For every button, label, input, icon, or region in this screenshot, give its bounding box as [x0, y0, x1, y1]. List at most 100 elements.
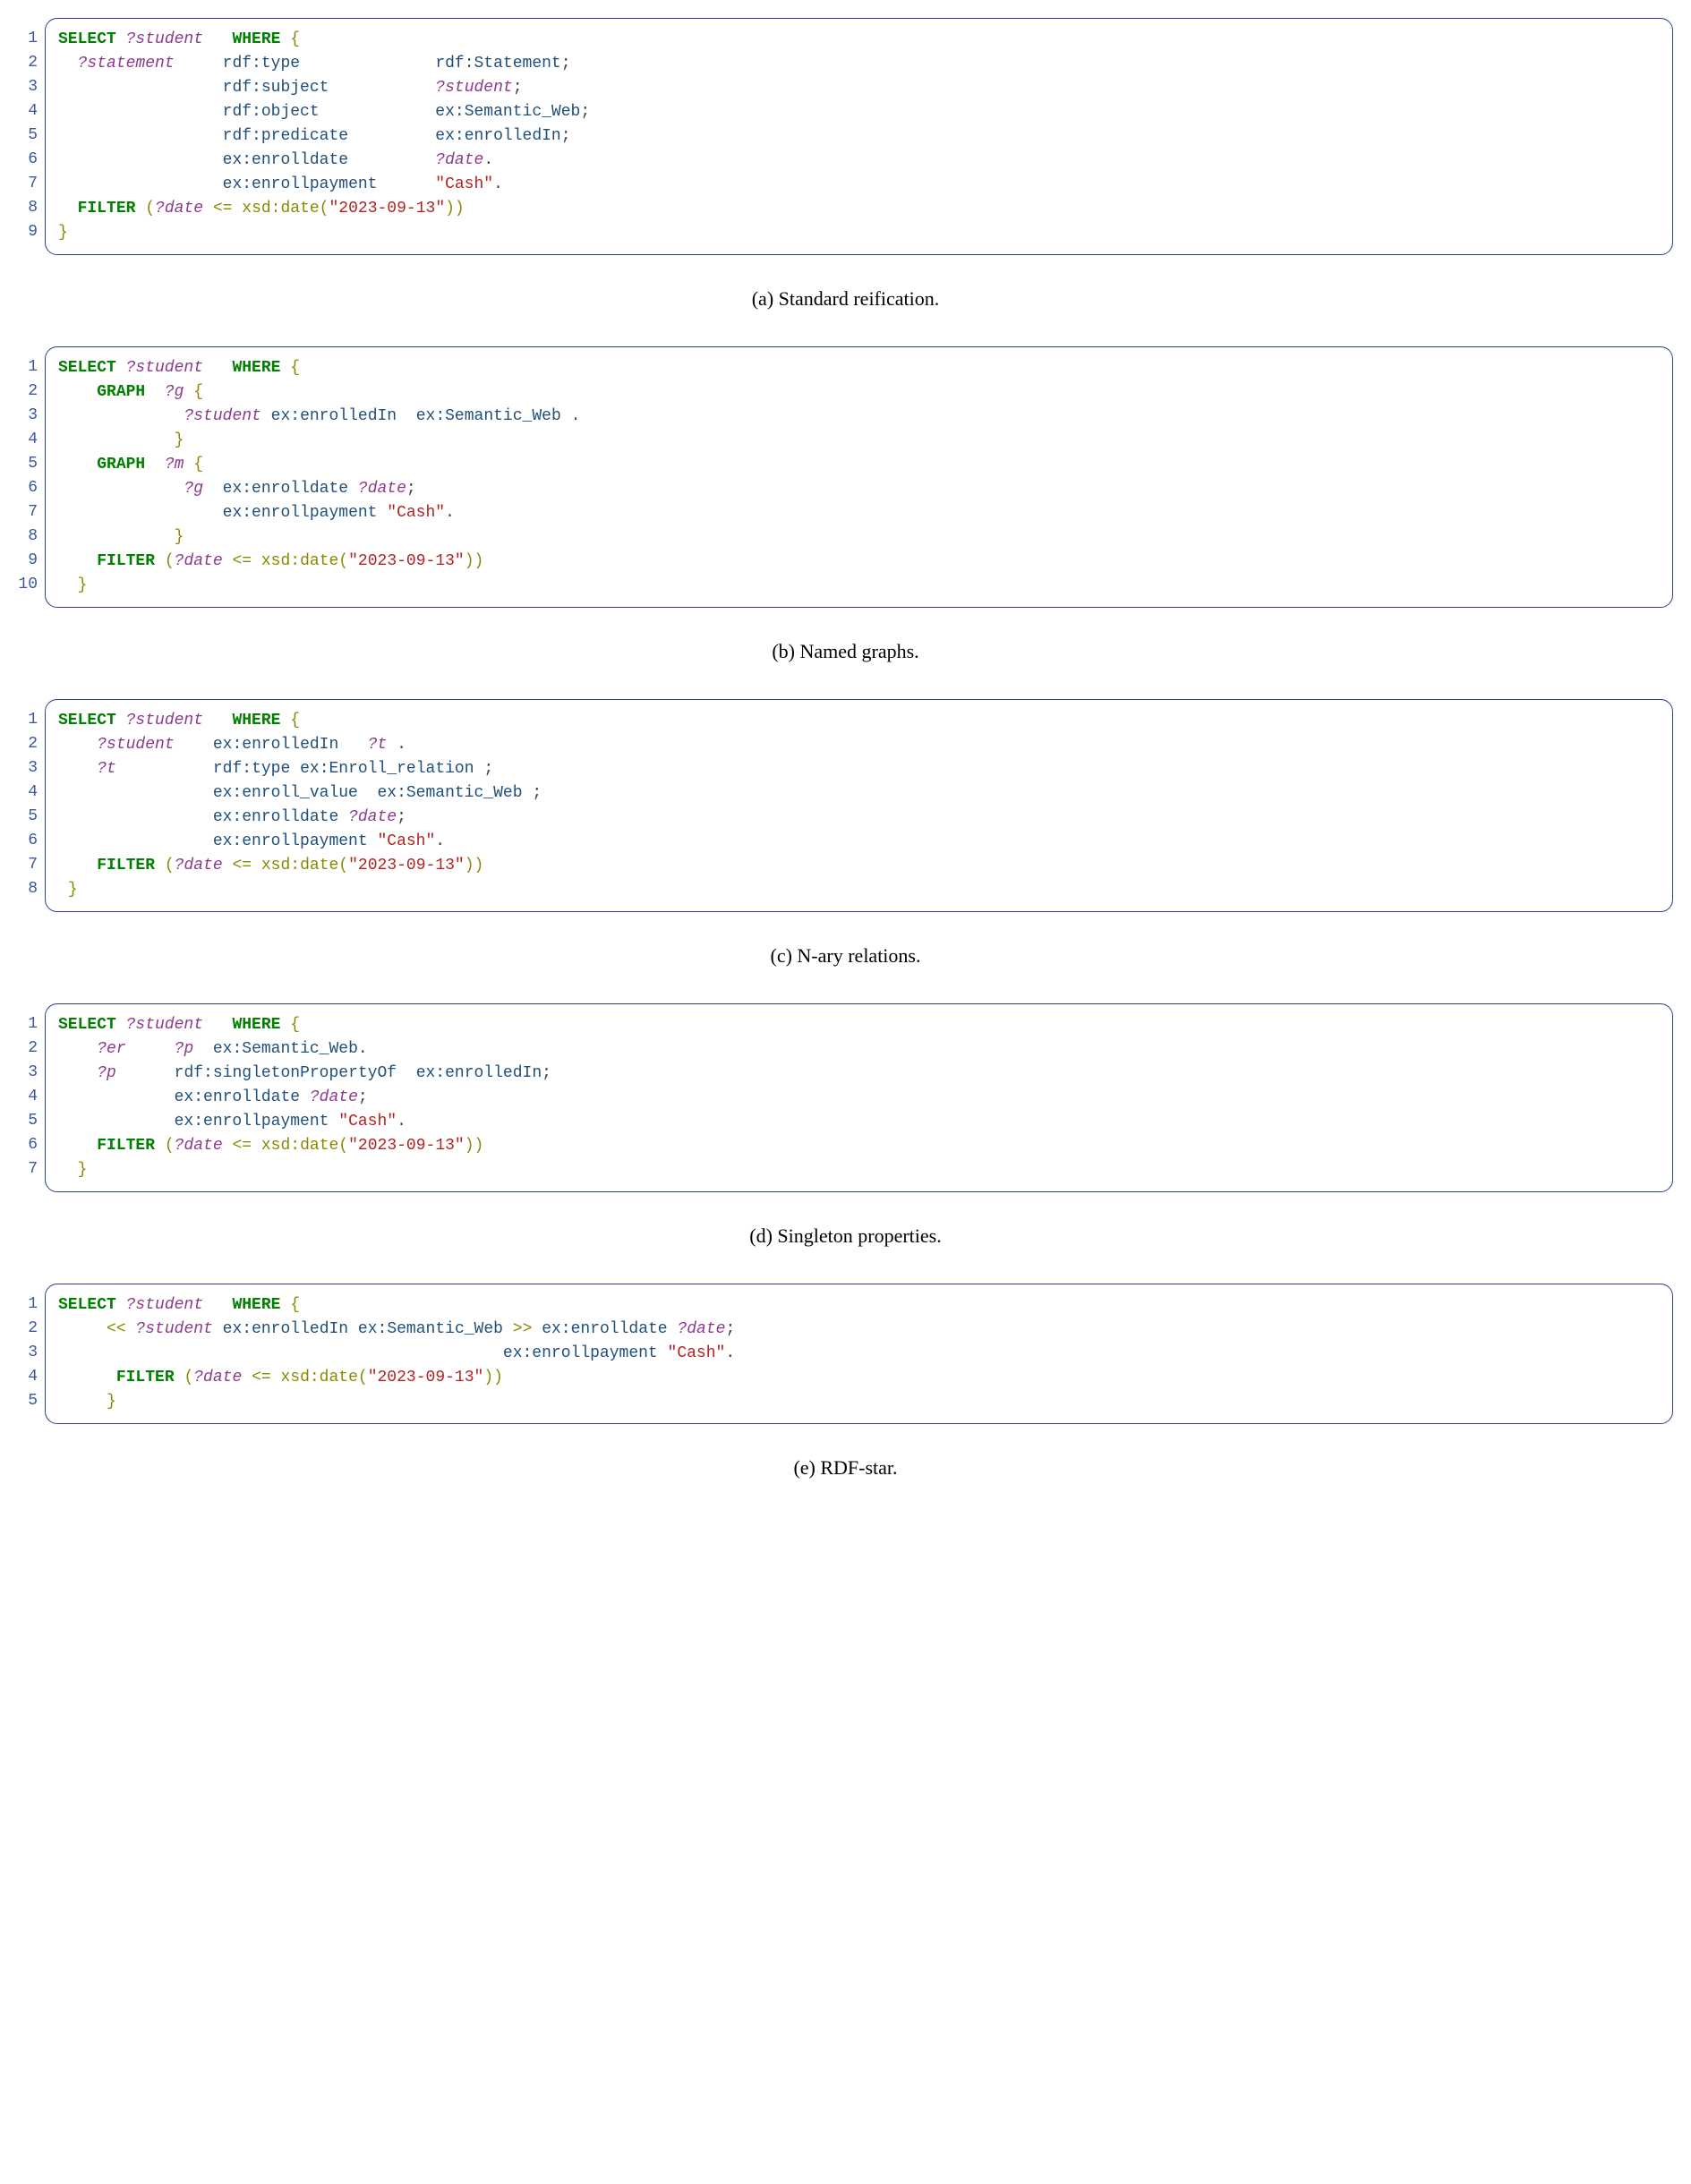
token-str: "2023-09-13" — [348, 1137, 465, 1155]
code-box: SELECT ?student WHERE { ?student ex:enro… — [45, 699, 1673, 912]
caption-d: (d) Singleton properties. — [18, 1224, 1673, 1248]
token-br: } — [78, 576, 88, 594]
token-pred: ex:enroll_value — [213, 784, 358, 802]
token-str: "Cash" — [668, 1344, 726, 1362]
token-str: "2023-09-13" — [348, 552, 465, 570]
line-number: 3 — [18, 404, 38, 428]
line-number: 9 — [18, 549, 38, 573]
token-kw: FILTER — [97, 857, 155, 874]
token-br: } — [78, 1161, 88, 1179]
token-punc: ; — [358, 1088, 368, 1106]
token-str: "Cash" — [338, 1113, 397, 1130]
line-number: 2 — [18, 1317, 38, 1341]
token-filt: )) — [465, 857, 484, 874]
token-br: { — [193, 456, 203, 473]
token-str: "2023-09-13" — [368, 1369, 484, 1386]
token-pred: ex:enrolledIn — [416, 1064, 542, 1082]
token-var: ?student — [126, 359, 203, 377]
token-pred: ex:enrolledIn — [213, 736, 338, 754]
token-punc: ; — [532, 784, 542, 802]
token-punc: . — [493, 175, 503, 193]
token-kw: WHERE — [232, 1296, 280, 1314]
token-filt: >> — [513, 1320, 533, 1338]
line-number: 5 — [18, 124, 38, 148]
token-pred: rdf:type — [223, 55, 300, 73]
line-number: 6 — [18, 476, 38, 500]
token-var: ?t — [97, 760, 116, 778]
token-punc: . — [358, 1040, 368, 1058]
token-pred: ex:enrollpayment — [503, 1344, 658, 1362]
line-number: 2 — [18, 51, 38, 75]
line-number: 6 — [18, 148, 38, 172]
token-filt: )) — [465, 552, 484, 570]
code-content: SELECT ?student WHERE { << ?student ex:e… — [58, 1293, 1660, 1414]
line-number: 1 — [18, 708, 38, 732]
token-var: ?student — [184, 407, 260, 425]
token-var: ?m — [165, 456, 184, 473]
line-number: 4 — [18, 428, 38, 452]
token-str: "2023-09-13" — [348, 857, 465, 874]
line-number: 4 — [18, 1085, 38, 1109]
token-kw: WHERE — [232, 359, 280, 377]
line-number: 3 — [18, 1341, 38, 1365]
token-filt: << — [107, 1320, 126, 1338]
token-kw: GRAPH — [97, 456, 145, 473]
line-number: 5 — [18, 1389, 38, 1413]
token-pred: rdf:type — [213, 760, 290, 778]
token-pred: ex:enrolldate — [175, 1088, 300, 1106]
token-kw: GRAPH — [97, 383, 145, 401]
line-numbers: 12345 — [18, 1284, 45, 1424]
code-box: SELECT ?student WHERE { GRAPH ?g { ?stud… — [45, 346, 1673, 608]
line-number: 4 — [18, 99, 38, 124]
token-kw: WHERE — [232, 30, 280, 48]
token-punc: ; — [580, 103, 590, 121]
token-var: ?student — [135, 1320, 212, 1338]
line-number: 8 — [18, 525, 38, 549]
token-kw: SELECT — [58, 712, 116, 729]
caption-e: (e) RDF-star. — [18, 1456, 1673, 1480]
token-var: ?student — [126, 1296, 203, 1314]
token-kw: SELECT — [58, 1296, 116, 1314]
caption-c: (c) N-ary relations. — [18, 944, 1673, 968]
token-punc: . — [435, 832, 445, 850]
token-var: ?t — [368, 736, 388, 754]
token-pred: rdf:Statement — [435, 55, 560, 73]
token-filt: <= xsd:date( — [223, 1137, 348, 1155]
line-number: 4 — [18, 781, 38, 805]
token-pred: ex:enrolledIn — [223, 1320, 348, 1338]
token-punc: ; — [561, 127, 571, 145]
token-br: } — [175, 528, 184, 546]
token-punc: . — [725, 1344, 735, 1362]
line-number: 1 — [18, 27, 38, 51]
line-number: 5 — [18, 805, 38, 829]
token-kw: WHERE — [232, 1016, 280, 1034]
line-number: 1 — [18, 1292, 38, 1317]
token-pred: ex:enrollpayment — [223, 175, 378, 193]
code-content: SELECT ?student WHERE { GRAPH ?g { ?stud… — [58, 356, 1660, 598]
code-block-c: 12345678SELECT ?student WHERE { ?student… — [18, 699, 1673, 912]
token-var: ?student — [97, 736, 174, 754]
line-number: 2 — [18, 732, 38, 756]
token-var: ?date — [175, 1137, 223, 1155]
line-number: 3 — [18, 1061, 38, 1085]
token-filt: )) — [465, 1137, 484, 1155]
line-numbers: 12345678910 — [18, 346, 45, 608]
token-filt: )) — [445, 200, 465, 218]
caption-b: (b) Named graphs. — [18, 640, 1673, 663]
token-filt: ( — [165, 1137, 175, 1155]
token-filt: <= xsd:date( — [242, 1369, 367, 1386]
token-pred: ex:enrolldate — [223, 480, 348, 498]
code-box: SELECT ?student WHERE { << ?student ex:e… — [45, 1284, 1673, 1424]
token-punc: ; — [725, 1320, 735, 1338]
token-var: ?student — [126, 1016, 203, 1034]
token-br: { — [290, 359, 300, 377]
token-var: ?g — [184, 480, 203, 498]
line-number: 5 — [18, 452, 38, 476]
token-pred: ex:enrollpayment — [175, 1113, 329, 1130]
token-filt: )) — [483, 1369, 503, 1386]
token-var: ?student — [126, 30, 203, 48]
token-pred: ex:enrolldate — [542, 1320, 667, 1338]
line-number: 10 — [18, 573, 38, 597]
line-number: 4 — [18, 1365, 38, 1389]
code-box: SELECT ?student WHERE { ?statement rdf:t… — [45, 18, 1673, 255]
